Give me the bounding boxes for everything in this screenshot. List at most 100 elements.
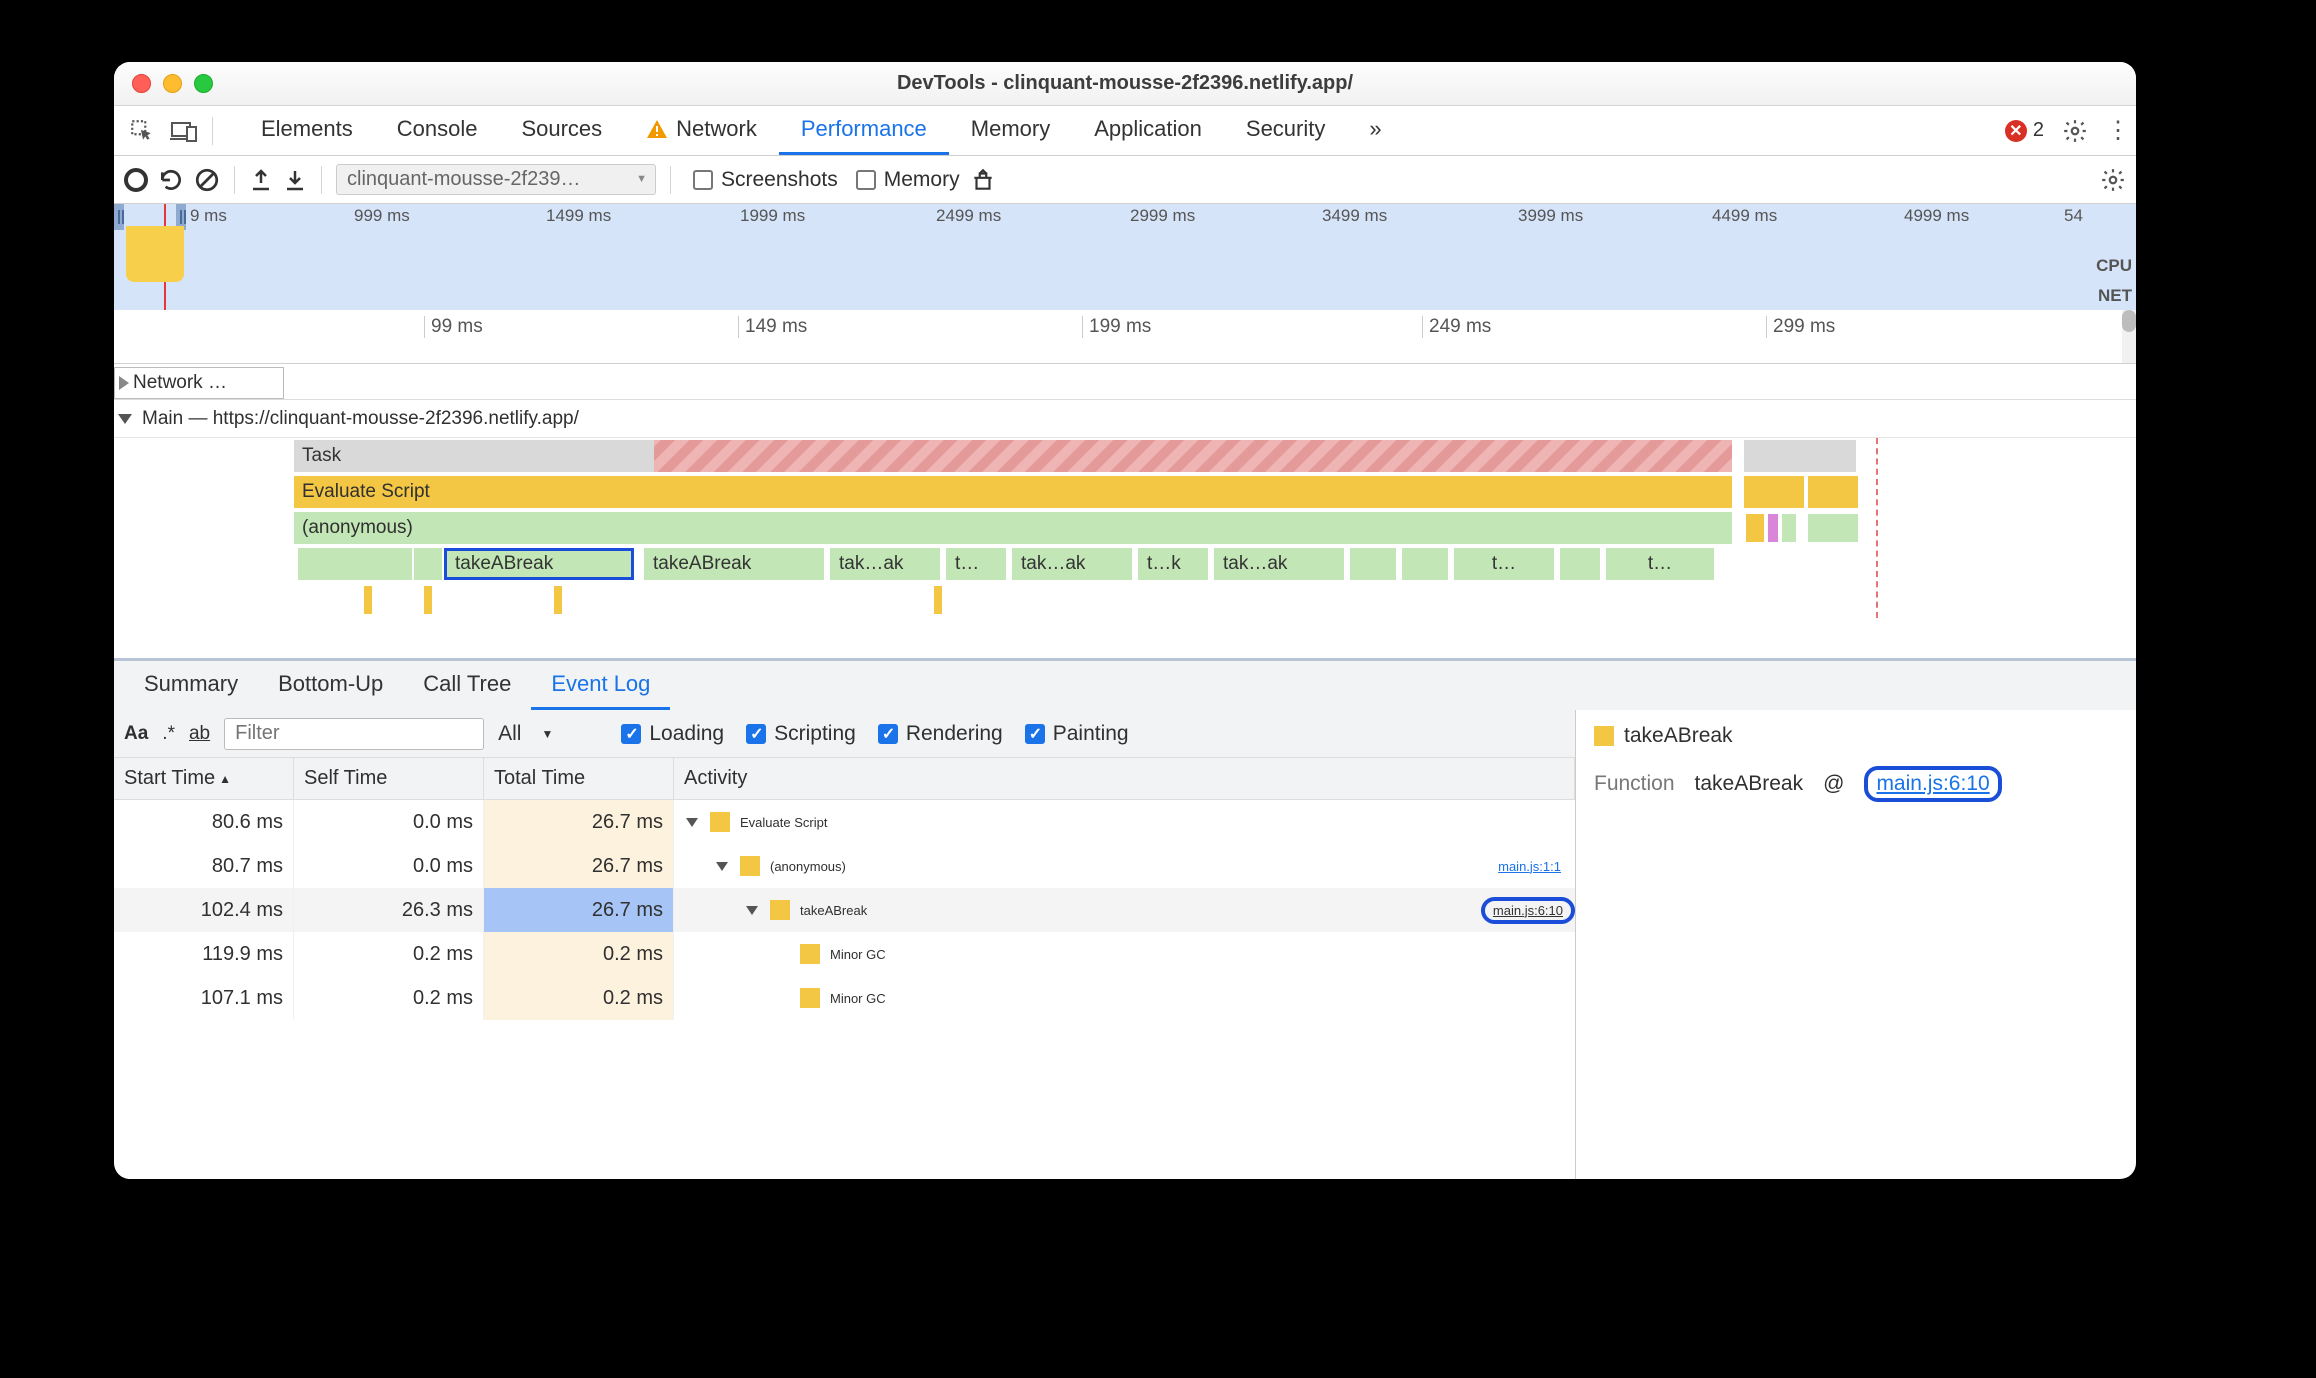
chevron-down-icon: ▼: [541, 727, 553, 741]
detail-title: takeABreak: [1594, 724, 2118, 748]
flame-call[interactable]: t…: [1606, 548, 1714, 580]
source-link[interactable]: main.js:6:10: [1481, 897, 1575, 924]
flame-task-long[interactable]: [654, 440, 1732, 472]
flame-call[interactable]: tak…ak: [1214, 548, 1344, 580]
flame-call[interactable]: tak…ak: [830, 548, 940, 580]
flame-call[interactable]: [1350, 548, 1396, 580]
flame-task[interactable]: [1744, 440, 1856, 472]
source-link[interactable]: main.js:1:1: [1498, 859, 1575, 874]
detail-tab-bottomup[interactable]: Bottom-Up: [258, 661, 403, 710]
inspect-element-icon[interactable]: [124, 113, 160, 149]
timeline-overview[interactable]: 9 ms 999 ms 1499 ms 1999 ms 2499 ms 2999…: [114, 204, 2136, 310]
tab-elements[interactable]: Elements: [239, 106, 375, 155]
panel-tabs: Elements Console Sources Network Perform…: [239, 106, 1404, 155]
table-row[interactable]: 107.1 ms0.2 ms0.2 msMinor GC: [114, 976, 1575, 1020]
cell-total-time: 26.7 ms: [484, 800, 674, 844]
flame-chart[interactable]: Task Evaluate Script (anonymous) takeABr…: [114, 438, 2136, 658]
clear-button[interactable]: [194, 167, 220, 193]
overview-handle-left[interactable]: [114, 204, 124, 230]
col-self-time[interactable]: Self Time: [294, 758, 484, 799]
scripting-filter-checkbox[interactable]: Scripting: [746, 722, 856, 746]
tab-memory[interactable]: Memory: [949, 106, 1072, 155]
timeline-scrollbar[interactable]: [2122, 310, 2136, 363]
chevron-down-icon[interactable]: [746, 906, 758, 915]
flame-evaluate-script[interactable]: [1808, 476, 1858, 508]
chevron-down-icon[interactable]: [716, 862, 728, 871]
kebab-menu-icon[interactable]: ⋮: [2106, 116, 2130, 145]
tab-security[interactable]: Security: [1224, 106, 1347, 155]
col-activity[interactable]: Activity: [674, 758, 1575, 799]
chevron-down-icon[interactable]: [686, 818, 698, 827]
detail-tab-calltree[interactable]: Call Tree: [403, 661, 531, 710]
error-counter[interactable]: ✕ 2: [2005, 119, 2044, 142]
titlebar: DevTools - clinquant-mousse-2f2396.netli…: [114, 62, 2136, 106]
cell-total-time: 26.7 ms: [484, 888, 674, 932]
tab-more[interactable]: »: [1347, 106, 1403, 155]
flame-call[interactable]: t…: [1454, 548, 1554, 580]
flame-bar[interactable]: [554, 586, 562, 614]
flame-bar[interactable]: [934, 586, 942, 614]
flame-bar[interactable]: [1808, 514, 1858, 542]
duration-filter[interactable]: All ▼: [498, 722, 599, 746]
flame-call[interactable]: tak…ak: [1012, 548, 1132, 580]
flame-call[interactable]: t…: [946, 548, 1006, 580]
case-sensitive-toggle[interactable]: Aa: [124, 723, 148, 745]
col-start-time[interactable]: Start Time: [114, 758, 294, 799]
table-row[interactable]: 80.6 ms0.0 ms26.7 msEvaluate Script: [114, 800, 1575, 844]
capture-settings-icon[interactable]: [2100, 167, 2126, 193]
regex-toggle[interactable]: .*: [162, 723, 175, 745]
settings-icon[interactable]: [2062, 118, 2088, 144]
detail-tab-eventlog[interactable]: Event Log: [531, 661, 670, 710]
flame-evaluate-script[interactable]: [1744, 476, 1804, 508]
detail-tab-summary[interactable]: Summary: [124, 661, 258, 710]
flame-bar[interactable]: [1746, 514, 1764, 542]
table-row[interactable]: 119.9 ms0.2 ms0.2 msMinor GC: [114, 932, 1575, 976]
download-profile-button[interactable]: [283, 168, 307, 192]
flame-bar[interactable]: [1768, 514, 1778, 542]
flame-call[interactable]: [414, 548, 442, 580]
flame-anonymous[interactable]: (anonymous): [294, 512, 1732, 544]
flame-call[interactable]: takeABreak: [644, 548, 824, 580]
whole-word-toggle[interactable]: ab: [189, 723, 210, 745]
flame-call[interactable]: t…k: [1138, 548, 1208, 580]
flame-call-selected[interactable]: takeABreak: [444, 548, 634, 580]
tab-sources[interactable]: Sources: [499, 106, 624, 155]
flame-bar[interactable]: [424, 586, 432, 614]
flame-bar[interactable]: [364, 586, 372, 614]
detail-title-text: takeABreak: [1624, 724, 1733, 748]
painting-filter-checkbox[interactable]: Painting: [1025, 722, 1129, 746]
overview-tick: 4499 ms: [1712, 206, 1777, 226]
timeline-ruler[interactable]: 99 ms 149 ms 199 ms 249 ms 299 ms: [114, 310, 2136, 364]
activity-label: Minor GC: [830, 947, 886, 962]
detail-source-link[interactable]: main.js:6:10: [1864, 766, 2001, 802]
flame-task[interactable]: Task: [294, 440, 654, 472]
rendering-filter-checkbox[interactable]: Rendering: [878, 722, 1003, 746]
col-total-time[interactable]: Total Time: [484, 758, 674, 799]
garbage-collect-icon[interactable]: [970, 167, 996, 193]
profile-selector[interactable]: clinquant-mousse-2f239…: [336, 164, 656, 195]
network-track-header[interactable]: Network …: [114, 367, 284, 399]
upload-profile-button[interactable]: [249, 168, 273, 192]
activity-label: Evaluate Script: [740, 815, 827, 830]
table-row[interactable]: 102.4 ms26.3 ms26.7 mstakeABreakmain.js:…: [114, 888, 1575, 932]
tab-application[interactable]: Application: [1072, 106, 1224, 155]
table-row[interactable]: 80.7 ms0.0 ms26.7 ms(anonymous)main.js:1…: [114, 844, 1575, 888]
record-button[interactable]: [124, 168, 148, 192]
memory-checkbox[interactable]: Memory: [856, 168, 960, 192]
tab-performance[interactable]: Performance: [779, 106, 949, 155]
scripting-color-icon: [770, 900, 790, 920]
flame-evaluate-script[interactable]: Evaluate Script: [294, 476, 1732, 508]
flame-call[interactable]: [1402, 548, 1448, 580]
flame-bar[interactable]: [1782, 514, 1796, 542]
reload-button[interactable]: [158, 167, 184, 193]
flame-call[interactable]: [1560, 548, 1600, 580]
flame-call[interactable]: [298, 548, 412, 580]
loading-filter-checkbox[interactable]: Loading: [621, 722, 724, 746]
screenshots-checkbox[interactable]: Screenshots: [693, 168, 838, 192]
event-detail-panel: takeABreak Function takeABreak @ main.js…: [1576, 710, 2136, 1179]
tab-console[interactable]: Console: [375, 106, 500, 155]
main-track-header[interactable]: Main — https://clinquant-mousse-2f2396.n…: [114, 400, 2136, 438]
device-toolbar-icon[interactable]: [166, 113, 202, 149]
tab-network[interactable]: Network: [624, 106, 779, 155]
filter-input[interactable]: [224, 718, 484, 750]
